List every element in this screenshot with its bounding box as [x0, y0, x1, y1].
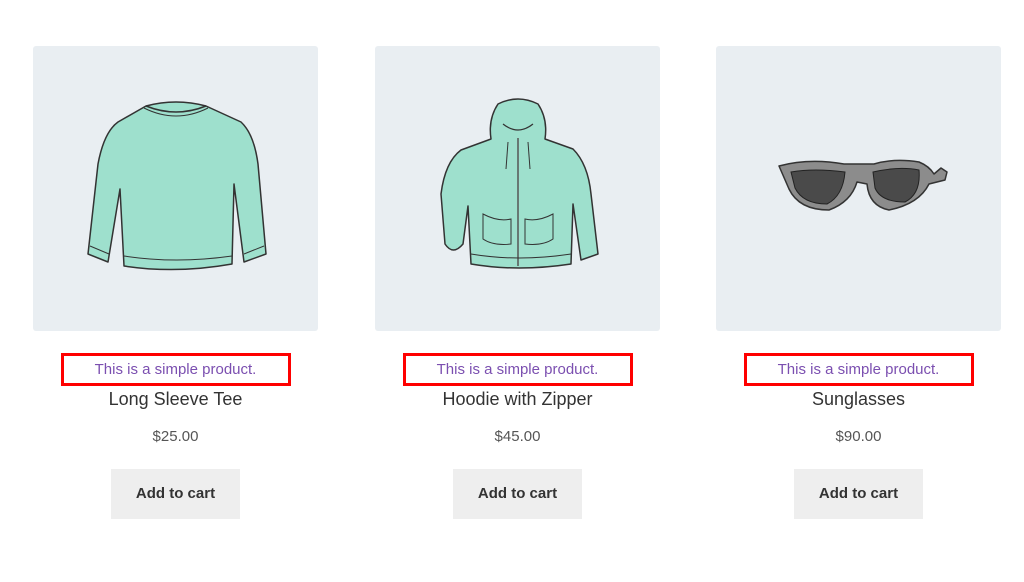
- hoodie-image: [439, 97, 599, 269]
- product-price: $90.00: [835, 427, 882, 445]
- product-short-description: This is a simple product.: [436, 361, 599, 378]
- product-short-description: This is a simple product.: [777, 361, 940, 378]
- add-to-cart-button[interactable]: Add to cart: [453, 468, 582, 519]
- long-sleeve-tee-image: [86, 100, 267, 270]
- product-card-long-sleeve-tee: This is a simple product. Long Sleeve Te…: [33, 46, 318, 519]
- description-highlight: This is a simple product.: [402, 353, 633, 386]
- product-price: $45.00: [494, 427, 541, 445]
- product-thumbnail[interactable]: [375, 46, 660, 331]
- sunglasses-image: [777, 159, 948, 211]
- product-title[interactable]: Sunglasses: [812, 389, 905, 411]
- product-short-description: This is a simple product.: [94, 361, 257, 378]
- description-highlight: This is a simple product.: [60, 353, 291, 386]
- add-to-cart-button[interactable]: Add to cart: [794, 468, 923, 519]
- product-thumbnail[interactable]: [33, 46, 318, 331]
- product-thumbnail[interactable]: [716, 46, 1001, 331]
- product-title[interactable]: Hoodie with Zipper: [442, 389, 592, 411]
- product-card-hoodie-with-zipper: This is a simple product. Hoodie with Zi…: [375, 46, 660, 519]
- product-grid: This is a simple product. Long Sleeve Te…: [0, 0, 1024, 582]
- add-to-cart-button[interactable]: Add to cart: [111, 468, 240, 519]
- product-price: $25.00: [152, 427, 199, 445]
- product-card-sunglasses: This is a simple product. Sunglasses $90…: [716, 46, 1001, 519]
- product-title[interactable]: Long Sleeve Tee: [109, 389, 243, 411]
- description-highlight: This is a simple product.: [743, 353, 974, 386]
